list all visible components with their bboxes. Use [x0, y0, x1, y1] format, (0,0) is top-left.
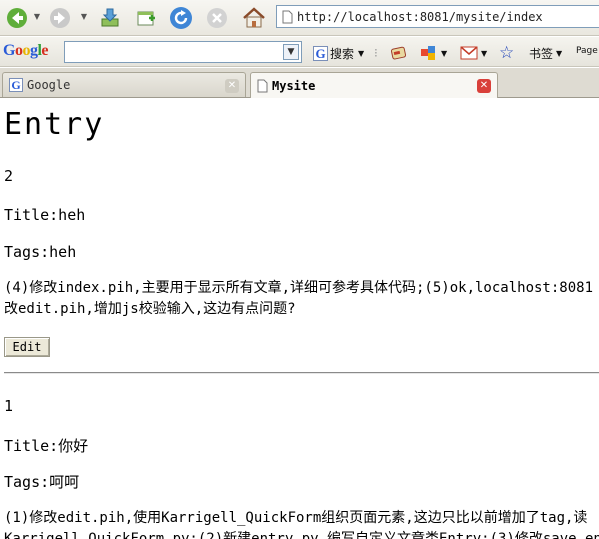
- google-g-icon: G: [9, 78, 23, 92]
- puzzle-icon: [421, 46, 435, 60]
- star-button[interactable]: ☆: [499, 43, 515, 63]
- toolbar-separator-icon: ⁝: [374, 46, 378, 60]
- pagerank-button[interactable]: [390, 44, 408, 62]
- page-content: Entry 2 Title:heh Tags:heh (4)修改index.pi…: [0, 99, 599, 539]
- search-button-label: 搜索: [330, 46, 355, 61]
- google-g-icon: G: [313, 45, 328, 61]
- entry-body: (4)修改index.pih,主要用于显示所有文章,详细可参考具体代码;(5)o…: [4, 278, 599, 320]
- entry-body: (1)修改edit.pih,使用Karrigell_QuickForm组织页面元…: [4, 508, 599, 539]
- edit-button[interactable]: Edit: [4, 337, 50, 357]
- google-search-button[interactable]: G 搜索 ▼: [313, 44, 364, 62]
- entry-body-line: (4)修改index.pih,主要用于显示所有文章,详细可参考具体代码;(5)o…: [4, 280, 594, 296]
- entry-body-line: 改edit.pih,增加js校验输入,这边有点问题?: [4, 301, 296, 317]
- entry-id: 2: [4, 167, 14, 185]
- back-history-dropdown[interactable]: ▼: [33, 13, 41, 21]
- entry-tags: Tags:heh: [4, 243, 77, 261]
- star-icon: ☆: [499, 43, 515, 63]
- entry-divider: [4, 372, 599, 374]
- back-button[interactable]: [3, 4, 31, 32]
- entry-title: Title:heh: [4, 206, 86, 224]
- forward-button[interactable]: [46, 4, 74, 32]
- entry-body-line: Karrigell_QuickForm.py;(2)新建entry.py,编写自…: [4, 531, 599, 539]
- autofill-button[interactable]: ▼: [420, 44, 447, 62]
- new-tab-button[interactable]: [132, 4, 160, 32]
- home-icon: [243, 7, 265, 28]
- tab-label: Mysite: [272, 78, 316, 93]
- back-arrow-icon: [7, 8, 27, 28]
- url-text[interactable]: http://localhost:8081/mysite/index: [297, 10, 543, 24]
- search-history-dropdown[interactable]: ▼: [283, 44, 299, 60]
- page-icon: [257, 79, 268, 92]
- gmail-button[interactable]: ▼: [460, 44, 487, 62]
- stop-button[interactable]: [203, 4, 231, 32]
- reload-button[interactable]: [167, 4, 195, 32]
- entry-body-line: (1)修改edit.pih,使用Karrigell_QuickForm组织页面元…: [4, 510, 588, 526]
- stop-icon: [207, 8, 227, 28]
- page-title: Entry: [4, 107, 105, 142]
- tab-mysite[interactable]: Mysite ✕: [250, 72, 498, 98]
- tab-bar: G Google ✕ Mysite ✕: [0, 68, 599, 98]
- download-icon: [101, 8, 119, 27]
- google-logo[interactable]: Google: [3, 42, 48, 60]
- mail-icon: [460, 46, 478, 60]
- page-menu-label: Page: [576, 46, 598, 56]
- download-button[interactable]: [96, 4, 124, 32]
- home-button[interactable]: [240, 4, 268, 32]
- entry-id: 1: [4, 397, 14, 415]
- chevron-down-icon: ▼: [556, 48, 563, 58]
- address-bar[interactable]: http://localhost:8081/mysite/index: [276, 5, 599, 28]
- google-search-input[interactable]: ▼: [64, 41, 302, 63]
- navigation-toolbar: ▼ ▼ http://localhost:8081/mysite/index: [0, 0, 599, 36]
- forward-arrow-icon: [50, 8, 70, 28]
- page-icon: [282, 10, 293, 23]
- tab-label: Google: [27, 78, 71, 92]
- close-icon[interactable]: ✕: [477, 79, 491, 93]
- bookmarks-button[interactable]: 书签 ▼: [529, 44, 562, 62]
- reload-icon: [170, 7, 192, 29]
- new-tab-icon: [137, 11, 155, 26]
- close-icon[interactable]: ✕: [225, 79, 239, 93]
- entry-tags: Tags:呵呵: [4, 473, 80, 491]
- tab-google[interactable]: G Google ✕: [2, 72, 246, 97]
- chevron-down-icon: ▼: [441, 48, 448, 58]
- chevron-down-icon: ▼: [481, 48, 488, 58]
- chevron-down-icon: ▼: [358, 48, 365, 58]
- entry-title: Title:你好: [4, 437, 89, 455]
- bookmarks-label: 书签: [529, 46, 554, 61]
- page-menu-button[interactable]: Page: [576, 42, 598, 60]
- pagerank-icon: [390, 46, 407, 60]
- forward-history-dropdown[interactable]: ▼: [80, 13, 88, 21]
